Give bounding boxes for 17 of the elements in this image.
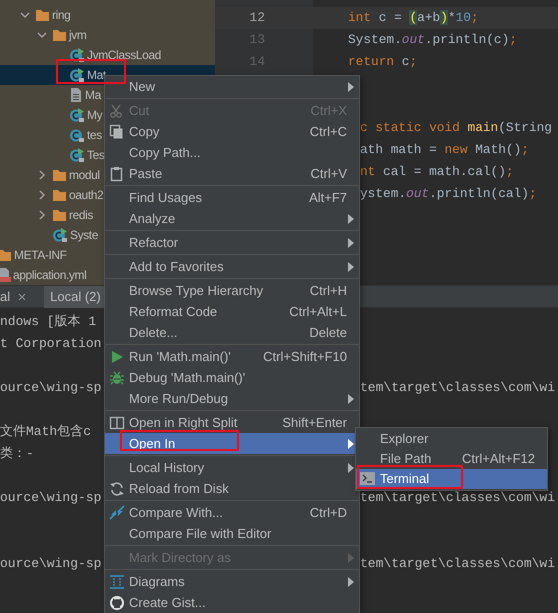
- code-line: c static void main(String: [360, 119, 553, 137]
- code-line: ystem.out.println(cal);: [360, 185, 538, 203]
- terminal-line: ource\wing-sp: [0, 555, 102, 573]
- terminal-line: tem\target\classes\com\wi: [360, 489, 556, 507]
- terminal-line: tem\target\classes\com\wi: [360, 379, 556, 397]
- code-line: nt cal = math.cal();: [360, 163, 515, 181]
- terminal-line: t Corporation: [0, 335, 102, 353]
- code-line: System.out.println(c);: [347, 31, 518, 49]
- code-line: ath math = new Math();: [360, 141, 530, 159]
- terminal-line: 类：-: [0, 445, 34, 463]
- terminal-line: ource\wing-sp: [0, 489, 102, 507]
- code-line: return c;: [347, 53, 418, 71]
- terminal-line: ource\wing-sp: [0, 379, 102, 397]
- terminal-line: ndows [版本 1: [0, 313, 96, 331]
- terminal-line: tem\target\classes\com\wi: [360, 555, 556, 573]
- line-number: 12: [215, 7, 313, 29]
- terminal-line: 文件Math包含c: [0, 423, 92, 441]
